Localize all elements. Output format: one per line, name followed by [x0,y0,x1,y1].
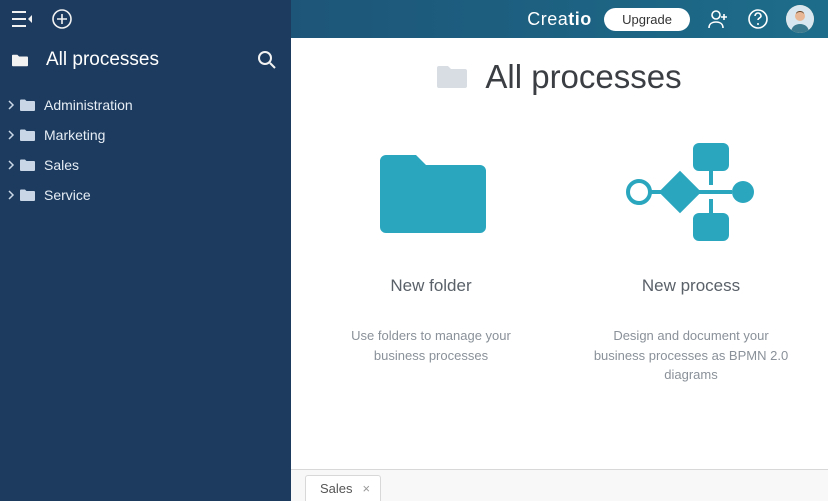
card-title: New folder [331,276,531,296]
folder-icon [20,187,36,203]
main: Creatio Upgrade All processes [291,0,828,501]
avatar[interactable] [786,5,814,33]
upgrade-button[interactable]: Upgrade [604,8,690,31]
content: All processes New folder Use folders to … [291,38,828,501]
brand-logo: Creatio [527,9,592,30]
card-desc: Design and document your business proces… [591,326,791,385]
tree-item-label: Sales [44,157,79,173]
new-process-icon [591,132,791,252]
tab-sales[interactable]: Sales × [305,475,381,501]
help-icon[interactable] [746,7,770,31]
tree-item-marketing[interactable]: Marketing [0,120,291,150]
chevron-right-icon [4,188,18,202]
tree-item-label: Administration [44,97,133,113]
tree-item-label: Service [44,187,91,203]
tabs-bar: Sales × [291,469,828,501]
chevron-right-icon [4,158,18,172]
menu-toggle-icon[interactable] [10,7,34,31]
sidebar: All processes Administration Marketing S… [0,0,291,501]
card-new-process[interactable]: New process Design and document your bus… [591,132,791,385]
folder-tree: Administration Marketing Sales Service [0,86,291,214]
tree-item-label: Marketing [44,127,105,143]
folder-icon [437,65,467,89]
search-icon[interactable] [255,48,279,72]
add-icon[interactable] [50,7,74,31]
tree-item-administration[interactable]: Administration [0,90,291,120]
folder-icon [20,127,36,143]
tab-label: Sales [320,481,353,496]
chevron-right-icon [4,128,18,142]
cards-row: New folder Use folders to manage your bu… [291,132,828,385]
folder-icon [20,97,36,113]
folder-icon [12,52,28,68]
page-title-row: All processes [291,58,828,96]
add-user-icon[interactable] [706,7,730,31]
tree-item-sales[interactable]: Sales [0,150,291,180]
tree-item-service[interactable]: Service [0,180,291,210]
sidebar-header: All processes [0,38,291,86]
chevron-right-icon [4,98,18,112]
topbar: Creatio Upgrade [291,0,828,38]
close-icon[interactable]: × [363,481,371,496]
folder-icon [20,157,36,173]
sidebar-title: All processes [46,49,159,71]
card-new-folder[interactable]: New folder Use folders to manage your bu… [331,132,531,385]
sidebar-topbar [0,0,291,38]
page-title: All processes [485,58,681,96]
new-folder-icon [331,132,531,252]
card-desc: Use folders to manage your business proc… [331,326,531,365]
card-title: New process [591,276,791,296]
